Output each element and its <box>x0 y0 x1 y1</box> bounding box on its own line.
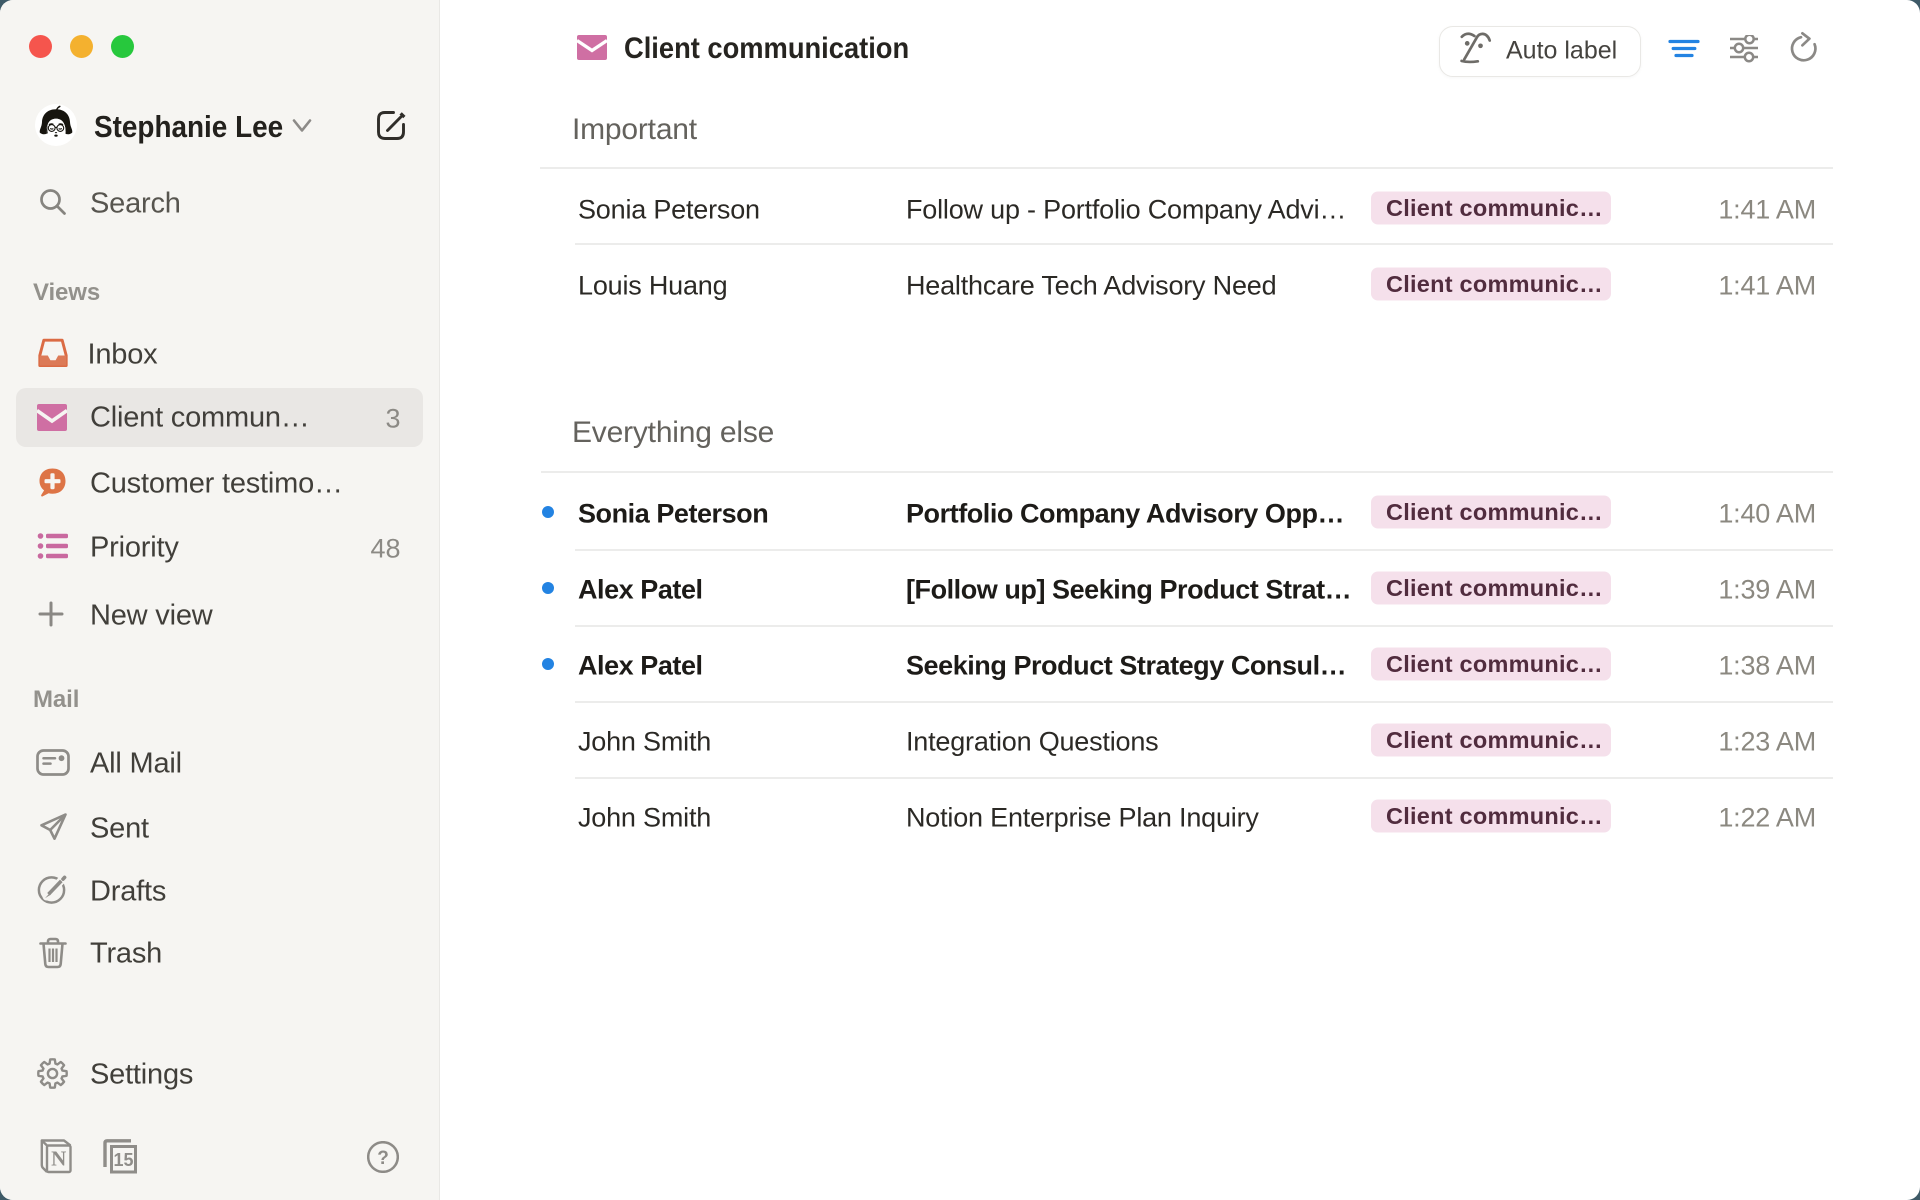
svg-text:N: N <box>51 1147 66 1171</box>
svg-text:?: ? <box>377 1148 389 1169</box>
svg-text:15: 15 <box>113 1150 133 1170</box>
